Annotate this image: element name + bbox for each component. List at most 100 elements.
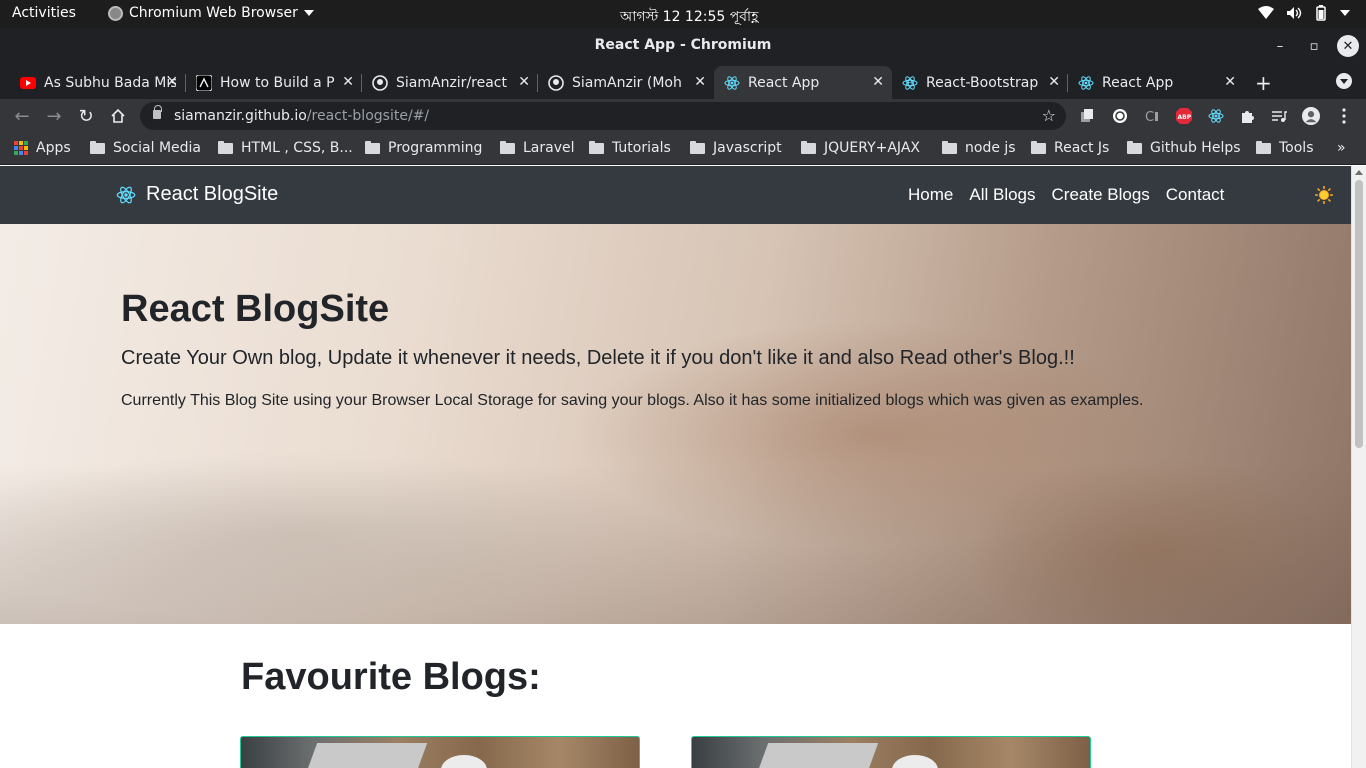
system-status-area[interactable] [1258, 5, 1350, 21]
bookmarks-overflow-button[interactable]: » [1337, 140, 1346, 156]
extension-circle-icon[interactable] [1111, 107, 1129, 125]
bookmark-label: Github Helps [1150, 140, 1241, 156]
wifi-icon [1258, 6, 1274, 19]
react-icon [1078, 75, 1094, 91]
nav-link-contact[interactable]: Contact [1166, 185, 1225, 205]
chrome-menu-icon[interactable] [1335, 107, 1353, 125]
bookmarks-bar: Apps Social Media HTML , CSS, B... Progr… [0, 133, 1366, 165]
activities-button[interactable]: Activities [12, 5, 76, 21]
close-tab-icon[interactable]: ✕ [342, 74, 354, 90]
url-host: siamanzir.github.io [174, 108, 307, 124]
site-navbar: React BlogSite Home All Blogs Create Blo… [0, 166, 1351, 224]
hero-title: React BlogSite [121, 288, 390, 330]
system-menu-chevron-icon [1340, 10, 1350, 16]
folder-icon [365, 140, 380, 154]
forward-button[interactable]: → [42, 104, 66, 128]
hero-jumbotron: React BlogSite Create Your Own blog, Upd… [0, 224, 1351, 624]
adblock-plus-icon[interactable]: ABP [1175, 107, 1193, 125]
card-image-cup [441, 755, 487, 768]
nav-link-create-blogs[interactable]: Create Blogs [1052, 185, 1150, 205]
card-image-laptop [304, 743, 428, 768]
folder-icon [942, 140, 957, 154]
bookmark-folder-github-helps[interactable]: Github Helps [1127, 140, 1241, 156]
bookmark-folder-laravel[interactable]: Laravel [500, 140, 575, 156]
bookmark-folder-javascript[interactable]: Javascript [690, 140, 782, 156]
bookmark-label: HTML , CSS, B... [241, 140, 353, 156]
bookmark-folder-jquery-ajax[interactable]: JQUERY+AJAX [801, 140, 920, 156]
card-image-laptop [755, 743, 879, 768]
scrollbar-thumb[interactable] [1355, 180, 1363, 448]
close-tab-icon[interactable]: ✕ [1224, 74, 1236, 90]
folder-icon [218, 140, 233, 154]
bookmark-label: JQUERY+AJAX [824, 140, 920, 156]
react-logo-icon [116, 186, 136, 203]
system-top-bar: Activities Chromium Web Browser আগস্ট 12… [0, 0, 1366, 28]
url-path: /react-blogsite/#/ [306, 108, 430, 124]
overflow-chevron-icon: » [1337, 140, 1346, 156]
favourite-blog-card[interactable] [240, 736, 640, 768]
bookmark-folder-tutorials[interactable]: Tutorials [589, 140, 671, 156]
bookmark-star-icon[interactable]: ☆ [1042, 106, 1056, 125]
profile-avatar-icon[interactable] [1302, 107, 1320, 125]
chevron-down-icon [303, 10, 314, 16]
bookmark-label: Social Media [113, 140, 202, 156]
bookmark-folder-programming[interactable]: Programming [365, 140, 482, 156]
tab-7[interactable]: React App ✕ [1068, 66, 1244, 99]
page-viewport: React BlogSite Home All Blogs Create Blo… [0, 166, 1366, 768]
favourite-blogs-heading: Favourite Blogs: [241, 656, 541, 698]
folder-icon [1256, 140, 1271, 154]
bookmark-apps[interactable]: Apps [14, 140, 71, 156]
maximize-button[interactable]: ▫ [1302, 34, 1326, 58]
home-button[interactable] [106, 104, 130, 128]
hero-lead: Create Your Own blog, Update it whenever… [121, 347, 1075, 369]
bookmark-folder-node-js[interactable]: node js [942, 140, 1016, 156]
site-brand-text: React BlogSite [146, 183, 279, 205]
bookmark-folder-html-css[interactable]: HTML , CSS, B... [218, 140, 353, 156]
new-tab-button[interactable]: + [1255, 71, 1272, 95]
favourite-blog-card[interactable] [691, 736, 1091, 768]
app-menu[interactable]: Chromium Web Browser [108, 5, 314, 21]
close-window-button[interactable]: ✕ [1337, 35, 1359, 57]
url-text[interactable]: siamanzir.github.io/react-blogsite/#/ [174, 108, 429, 124]
tab-4[interactable]: SiamAnzir (Moh ✕ [538, 66, 714, 99]
address-bar[interactable]: siamanzir.github.io/react-blogsite/#/ ☆ [140, 102, 1066, 130]
back-button[interactable]: ← [10, 104, 34, 128]
extensions-puzzle-icon[interactable] [1239, 107, 1257, 125]
reload-button[interactable]: ↻ [74, 104, 98, 128]
card-image-cup [892, 755, 938, 768]
bookmark-folder-social-media[interactable]: Social Media [90, 140, 201, 156]
tab-search-icon[interactable] [1336, 73, 1352, 89]
page-scrollbar[interactable] [1351, 166, 1366, 768]
minimize-button[interactable]: – [1268, 34, 1292, 58]
tab-label: As Subhu Bada Mishra [44, 74, 176, 91]
bookmark-folder-tools[interactable]: Tools [1256, 140, 1314, 156]
close-tab-icon[interactable]: ✕ [694, 74, 706, 90]
close-tab-icon[interactable]: ✕ [1048, 74, 1060, 90]
scroll-up-arrow-icon[interactable] [1355, 170, 1363, 175]
bookmark-label: Tutorials [612, 140, 671, 156]
battery-icon [1316, 5, 1326, 21]
clock[interactable]: আগস্ট 12 12:55 পূর্বাহ্ণ [620, 5, 758, 29]
react-devtools-icon[interactable] [1207, 107, 1225, 125]
close-tab-icon[interactable]: ✕ [518, 74, 530, 90]
nav-link-all-blogs[interactable]: All Blogs [969, 185, 1035, 205]
extension-copy-icon[interactable] [1078, 107, 1096, 125]
nav-link-home[interactable]: Home [908, 185, 953, 205]
github-icon [548, 74, 564, 91]
tab-3[interactable]: SiamAnzir/react ✕ [362, 66, 538, 99]
tab-5-active[interactable]: React App ✕ [714, 66, 892, 99]
lock-icon[interactable] [153, 105, 162, 119]
folder-icon [589, 140, 604, 154]
extension-c-icon[interactable]: C [1143, 107, 1161, 125]
close-tab-icon[interactable]: ✕ [872, 74, 884, 90]
bookmark-folder-react-js[interactable]: React Js [1031, 140, 1109, 156]
react-icon [724, 75, 740, 91]
tab-2[interactable]: How to Build a P ✕ [186, 66, 362, 99]
tab-1[interactable]: As Subhu Bada Mishra ✕ [10, 66, 186, 99]
close-tab-icon[interactable]: ✕ [166, 74, 178, 90]
tab-label: React App [1102, 74, 1174, 91]
sun-icon[interactable] [1315, 186, 1333, 204]
media-control-icon[interactable] [1270, 107, 1288, 125]
site-brand-link[interactable]: React BlogSite [116, 183, 278, 206]
tab-6[interactable]: B React-Bootstrap ✕ [892, 66, 1068, 99]
